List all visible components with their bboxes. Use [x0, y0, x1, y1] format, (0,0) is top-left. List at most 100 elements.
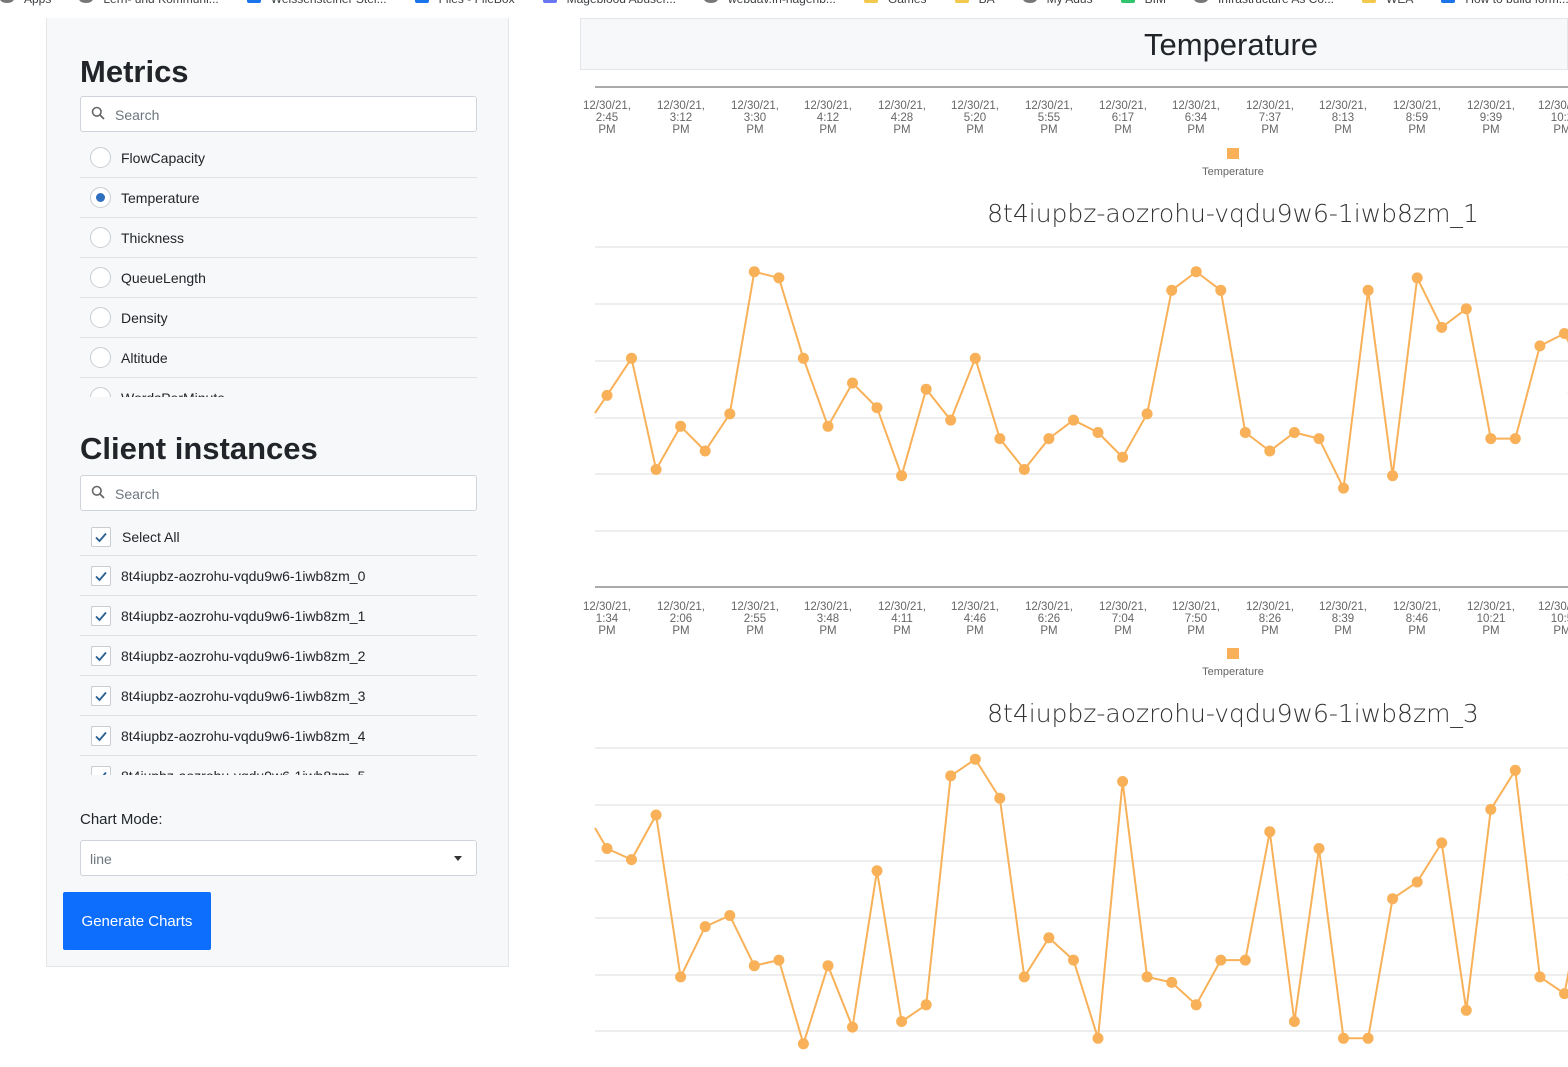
data-point: [1485, 803, 1497, 815]
data-point: [650, 809, 662, 821]
data-point: [994, 792, 1006, 804]
data-point: [1338, 1032, 1349, 1044]
data-point: [920, 999, 932, 1011]
data-point: [1239, 427, 1251, 438]
data-point: [601, 843, 613, 854]
data-point: [1068, 954, 1079, 966]
data-point: [1387, 893, 1399, 905]
x-tick-label: 12/30/21, 6:26 PM: [1025, 601, 1073, 637]
data-point: [871, 865, 883, 877]
legend-swatch: [1227, 648, 1239, 659]
data-point: [969, 352, 981, 364]
data-point: [724, 910, 736, 921]
data-point: [896, 470, 908, 482]
data-point: [896, 1016, 908, 1027]
x-tick-label: 12/30/21, 8:39 PM: [1319, 601, 1367, 637]
data-point: [773, 954, 785, 966]
data-point: [1264, 826, 1276, 838]
data-point: [1117, 451, 1129, 463]
data-point: [675, 420, 687, 432]
data-point: [1387, 470, 1399, 482]
data-point: [994, 433, 1006, 445]
x-tick-label: 12/30/21, 5:20 PM: [951, 100, 999, 136]
data-point: [945, 770, 957, 782]
x-tick-label: 12/30/21, 7:04 PM: [1099, 601, 1147, 637]
x-tick-label: 12/30/21, 6:17 PM: [1099, 100, 1147, 136]
x-tick-label: 12/30/21, 2:45 PM: [583, 100, 631, 136]
x-tick-label: 12/30/21, 4:46 PM: [951, 601, 999, 637]
x-tick-label: 12/30/21, 7:37 PM: [1246, 100, 1294, 136]
x-tick-label: 12/30/21,10:2PM: [1538, 100, 1568, 136]
data-point: [601, 389, 613, 401]
data-point: [1436, 321, 1448, 333]
data-point: [675, 971, 687, 983]
data-point: [773, 272, 785, 284]
x-tick-label: 12/30/21,10:5PM: [1538, 601, 1568, 637]
data-point: [1239, 954, 1251, 966]
charts-area: 12/30/21, 2:45 PM 12/30/21, 3:12 PM 12/30/21, 3…: [583, 86, 1568, 1050]
x-tick-label: 12/30/21, 1:34 PM: [583, 601, 631, 637]
data-point: [1215, 954, 1227, 966]
x-tick-label: 12/30/21, 8:13 PM: [1319, 100, 1367, 136]
data-point: [1092, 1032, 1104, 1044]
data-point: [822, 420, 834, 432]
data-point: [699, 445, 711, 457]
x-tick-label: 12/30/21, 4:28 PM: [878, 100, 926, 136]
x-tick-label: 12/30/21, 10:21 PM: [1467, 601, 1515, 637]
data-point: [1362, 284, 1374, 296]
data-point: [1485, 433, 1497, 445]
x-tick-label: 12/30/21, 4:11 PM: [878, 601, 926, 637]
data-point: [1411, 876, 1423, 888]
data-point: [1559, 328, 1568, 339]
data-point: [1068, 414, 1079, 426]
legend-label: Temperature: [1202, 666, 1264, 678]
data-point: [1460, 303, 1472, 315]
data-point: [1043, 433, 1055, 445]
x-tick-label: 12/30/21, 4:12 PM: [804, 100, 852, 136]
data-point: [748, 266, 760, 278]
data-point: [1190, 266, 1202, 278]
chart-title: 8t4iupbz-aozrohu-vqdu9w6-1iwb8zm_3: [987, 699, 1479, 728]
data-point: [1264, 445, 1276, 457]
data-point: [797, 352, 809, 364]
data-point: [1313, 433, 1325, 445]
data-point: [724, 408, 736, 420]
data-point: [650, 464, 662, 475]
data-point: [1043, 932, 1055, 944]
data-point: [847, 1021, 858, 1033]
data-point: [626, 352, 637, 364]
data-point: [1411, 272, 1423, 284]
x-tick-label: 12/30/21, 9:39 PM: [1467, 100, 1515, 136]
data-point: [945, 414, 957, 426]
data-point: [920, 383, 932, 395]
x-tick-label: 12/30/21, 8:46 PM: [1393, 601, 1441, 637]
x-tick-label: 12/30/21, 8:26 PM: [1246, 601, 1294, 637]
data-point: [1460, 1004, 1472, 1016]
data-point: [847, 377, 858, 389]
chart-title: 8t4iupbz-aozrohu-vqdu9w6-1iwb8zm_1: [987, 199, 1479, 228]
data-point: [1288, 427, 1300, 438]
data-point: [1018, 464, 1030, 475]
x-tick-label: 12/30/21, 8:59 PM: [1393, 100, 1441, 136]
data-point: [1166, 284, 1178, 296]
data-point: [1092, 427, 1104, 438]
data-point: [1313, 843, 1325, 854]
data-point: [1362, 1032, 1374, 1044]
data-point: [871, 402, 883, 414]
data-point: [1509, 433, 1521, 445]
data-point: [1338, 482, 1349, 494]
data-point: [797, 1038, 809, 1050]
x-tick-label: 12/30/21, 5:55 PM: [1025, 100, 1073, 136]
data-point: [969, 753, 981, 765]
data-point: [1190, 999, 1202, 1011]
data-point: [1018, 971, 1030, 983]
x-tick-label: 12/30/21, 2:06 PM: [657, 601, 705, 637]
series-line: [594, 757, 1568, 1048]
x-tick-label: 12/30/21, 3:48 PM: [804, 601, 852, 637]
data-point: [1509, 764, 1521, 776]
x-tick-label: 12/30/21, 6:34 PM: [1172, 100, 1220, 136]
data-point: [1288, 1016, 1300, 1027]
data-point: [626, 854, 637, 866]
data-point: [1534, 340, 1546, 352]
legend-swatch: [1227, 148, 1239, 159]
